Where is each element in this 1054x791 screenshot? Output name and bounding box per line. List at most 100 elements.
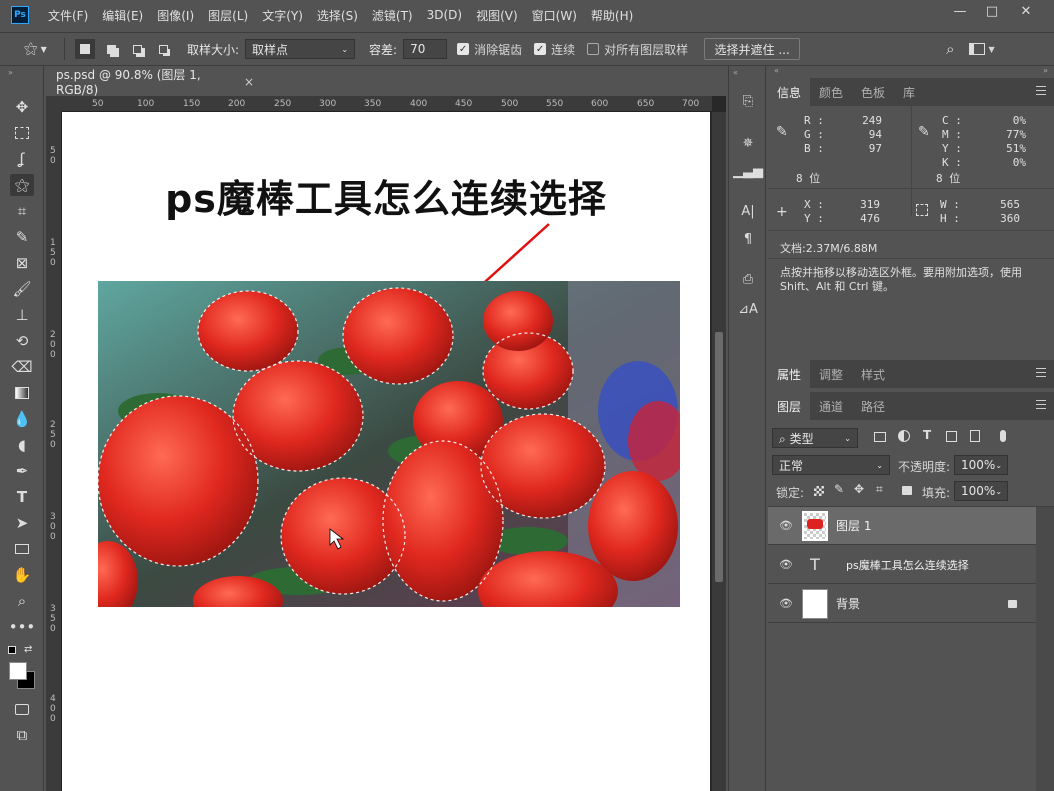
history-panel-icon[interactable]: ⎘ — [737, 90, 759, 112]
tab-adjustments[interactable]: 调整 — [810, 360, 852, 388]
workspace-icon[interactable] — [968, 43, 985, 55]
add-to-selection-icon[interactable] — [101, 39, 121, 59]
magic-wand-tool-icon[interactable]: ⚝ — [10, 174, 34, 196]
layer-filter-dropdown[interactable]: ⌕ 类型 ⌄ — [772, 428, 858, 448]
close-window-button[interactable]: ✕ — [1010, 0, 1042, 22]
blur-tool-icon[interactable]: 💧 — [10, 408, 34, 430]
vertical-ruler[interactable]: 5 0 1 5 0 2 0 0 2 5 0 3 0 0 3 5 0 4 0 0 — [46, 112, 62, 791]
stamp-tool-icon[interactable]: ⊥ — [10, 304, 34, 326]
menu-file[interactable]: 文件(F) — [48, 7, 88, 24]
menu-help[interactable]: 帮助(H) — [591, 7, 633, 24]
new-selection-icon[interactable] — [75, 39, 95, 59]
menu-3d[interactable]: 3D(D) — [427, 8, 462, 22]
ruler-origin[interactable] — [46, 96, 62, 112]
opacity-input[interactable]: 100% ⌄ — [954, 455, 1008, 475]
crop-tool-icon[interactable]: ⌗ — [10, 200, 34, 222]
select-and-mask-button[interactable]: 选择并遮住 ... — [704, 38, 801, 60]
horizontal-ruler[interactable]: 50 100 150 200 250 300 350 400 450 500 5… — [62, 96, 712, 112]
layer-row[interactable]: 👁 T ps魔棒工具怎么连续选择 — [768, 546, 1036, 584]
lock-position-icon[interactable]: ✥ — [854, 482, 864, 496]
path-selection-tool-icon[interactable]: ➤ — [10, 512, 34, 534]
navigator-panel-icon[interactable]: ✵ — [737, 132, 759, 154]
default-colors-icon[interactable] — [8, 646, 16, 654]
eye-icon[interactable]: 👁 — [778, 596, 794, 612]
filter-toggle-icon[interactable] — [1000, 430, 1006, 442]
tab-color[interactable]: 颜色 — [810, 78, 852, 106]
paragraph-panel-icon[interactable]: ¶ — [737, 228, 759, 250]
tolerance-input[interactable]: 70 — [403, 39, 448, 59]
tool-preset-picker[interactable]: ⚝ ▼ — [24, 41, 54, 57]
dodge-tool-icon[interactable]: ◖ — [10, 434, 34, 456]
tab-channels[interactable]: 通道 — [810, 392, 852, 420]
history-brush-tool-icon[interactable]: ⟲ — [10, 330, 34, 352]
hand-tool-icon[interactable]: ✋ — [10, 564, 34, 586]
expand-panels-icon[interactable]: « — [774, 66, 779, 75]
tab-libraries[interactable]: 库 — [894, 78, 924, 106]
panel-menu-icon[interactable] — [1036, 368, 1046, 377]
frame-tool-icon[interactable]: ⊠ — [10, 252, 34, 274]
tab-properties[interactable]: 属性 — [768, 360, 811, 388]
menu-image[interactable]: 图像(I) — [157, 7, 194, 24]
gradient-tool-icon[interactable] — [10, 382, 34, 404]
panel-menu-icon[interactable] — [1036, 86, 1046, 95]
brush-tool-icon[interactable]: 🖌 — [10, 278, 34, 300]
contiguous-checkbox[interactable]: ✓ — [534, 43, 547, 55]
canvas[interactable]: ps魔棒工具怎么连续选择 — [62, 112, 710, 791]
lock-transparent-icon[interactable] — [814, 486, 824, 496]
collapse-panels-icon[interactable]: » — [1043, 66, 1048, 75]
eye-icon[interactable]: 👁 — [778, 557, 794, 573]
tab-info[interactable]: 信息 — [768, 78, 811, 106]
restore-button[interactable]: □ — [976, 0, 1008, 22]
collapse-strip-icon[interactable]: « — [733, 68, 738, 77]
move-tool-icon[interactable]: ✥ — [10, 96, 34, 118]
lock-artboard-icon[interactable]: ⌗ — [876, 482, 883, 497]
search-icon[interactable]: ⌕ — [946, 40, 954, 58]
document-tab[interactable]: ps.psd @ 90.8% (图层 1, RGB/8) × — [46, 68, 254, 97]
menu-view[interactable]: 视图(V) — [476, 7, 518, 24]
shape-filter-icon[interactable] — [946, 431, 957, 442]
menu-edit[interactable]: 编辑(E) — [102, 7, 143, 24]
type-filter-icon[interactable]: T — [923, 428, 931, 442]
smart-object-filter-icon[interactable] — [970, 430, 980, 442]
close-document-icon[interactable]: × — [244, 75, 254, 89]
eraser-tool-icon[interactable]: ⌫ — [10, 356, 34, 378]
sample-all-layers-checkbox[interactable] — [587, 43, 600, 55]
rectangle-tool-icon[interactable] — [10, 538, 34, 560]
blend-mode-dropdown[interactable]: 正常 ⌄ — [772, 455, 890, 475]
quick-mask-icon[interactable] — [10, 698, 34, 720]
layer-row[interactable]: 👁 图层 1 — [768, 507, 1036, 545]
fill-input[interactable]: 100% ⌄ — [954, 481, 1008, 501]
scrollbar-thumb[interactable] — [715, 332, 723, 582]
adjustment-filter-icon[interactable] — [898, 430, 910, 442]
tab-swatches[interactable]: 色板 — [852, 78, 894, 106]
type-tool-icon[interactable]: T — [10, 486, 34, 508]
zoom-tool-icon[interactable]: ⌕ — [10, 590, 34, 612]
panel-menu-icon[interactable] — [1036, 400, 1046, 409]
layers-scrollbar[interactable] — [1036, 507, 1054, 791]
lock-all-icon[interactable] — [902, 486, 912, 495]
menu-select[interactable]: 选择(S) — [317, 7, 358, 24]
swap-colors-icon[interactable]: ⇄ — [24, 644, 32, 655]
histogram-panel-icon[interactable]: ▁▃▅ — [733, 160, 763, 182]
tab-paths[interactable]: 路径 — [852, 392, 894, 420]
layer-row[interactable]: 👁 背景 — [768, 585, 1036, 623]
character-styles-icon[interactable]: ⎙ — [737, 268, 759, 290]
antialias-checkbox[interactable]: ✓ — [457, 43, 470, 55]
lock-pixels-icon[interactable]: ✎ — [834, 482, 844, 496]
eyedropper-tool-icon[interactable]: ✎ — [10, 226, 34, 248]
foreground-color-swatch[interactable] — [9, 662, 27, 680]
menu-window[interactable]: 窗口(W) — [532, 7, 577, 24]
paragraph-styles-icon[interactable]: ⊿A — [737, 298, 759, 320]
pixel-filter-icon[interactable] — [874, 432, 886, 442]
vertical-scrollbar[interactable] — [712, 112, 726, 791]
menu-filter[interactable]: 滤镜(T) — [372, 7, 413, 24]
intersect-selection-icon[interactable] — [153, 39, 173, 59]
lasso-tool-icon[interactable]: ʆ — [10, 148, 34, 170]
tab-styles[interactable]: 样式 — [852, 360, 894, 388]
sample-size-dropdown[interactable]: 取样点 ⌄ — [245, 39, 356, 59]
screen-mode-icon[interactable]: ⧉ — [10, 724, 34, 746]
character-panel-icon[interactable]: A| — [737, 200, 759, 222]
minimize-button[interactable]: — — [944, 0, 976, 22]
pen-tool-icon[interactable]: ✒ — [10, 460, 34, 482]
menu-layer[interactable]: 图层(L) — [208, 7, 248, 24]
